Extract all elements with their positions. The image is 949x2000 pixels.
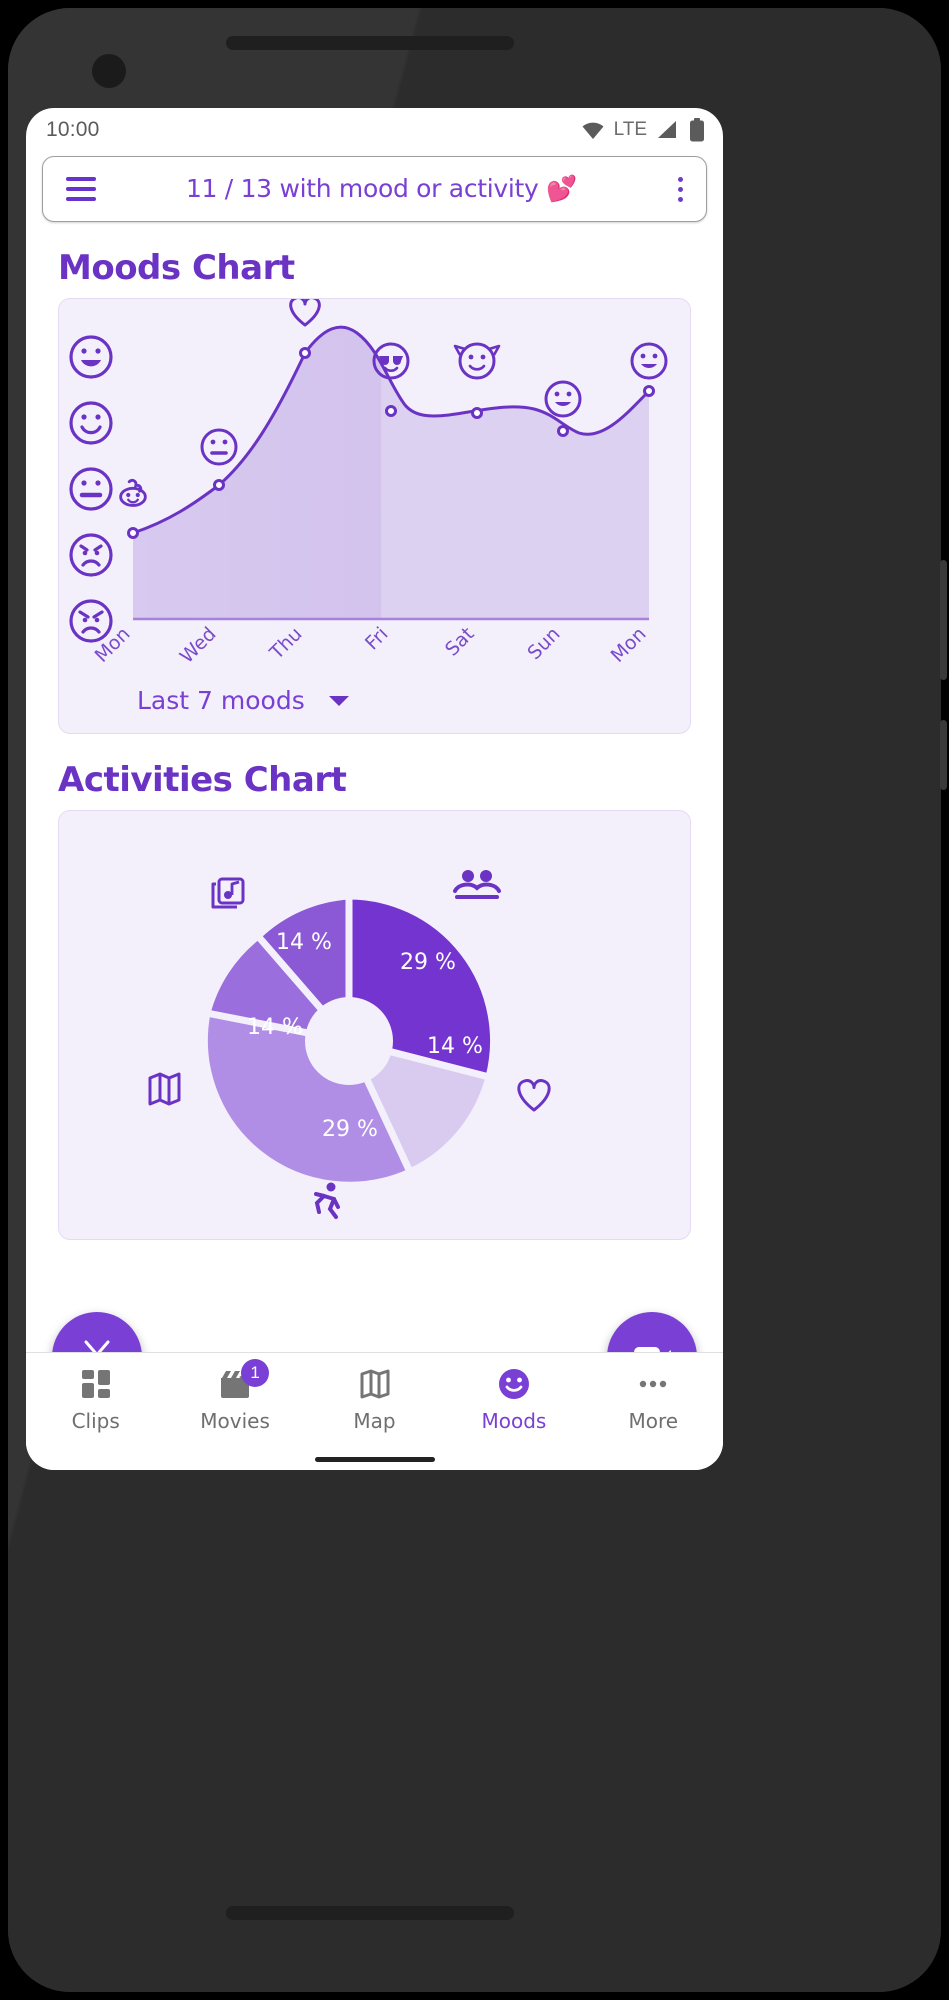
mood-range-label: Last 7 moods: [137, 686, 305, 715]
hamburger-menu-icon[interactable]: [53, 177, 109, 201]
smiley-face-icon: [498, 1369, 529, 1399]
pie-value-label: 14 %: [276, 930, 332, 955]
very-happy-face-icon: [69, 335, 113, 379]
nav-item-map[interactable]: Map: [305, 1367, 444, 1433]
x-tick-label: Fri: [361, 623, 393, 655]
nav-item-more[interactable]: More: [584, 1367, 723, 1433]
donut-hole: [305, 997, 393, 1085]
x-tick-label: Thu: [265, 623, 307, 665]
moods-chart-heading: Moods Chart: [58, 248, 295, 288]
movies-badge: 1: [241, 1359, 270, 1387]
smile-face-icon: [544, 380, 582, 418]
wifi-icon: [582, 122, 604, 139]
nav-label: More: [628, 1409, 679, 1433]
app-bar[interactable]: 11 / 13 with mood or activity 💕: [42, 156, 707, 222]
smile-face-icon: [630, 342, 668, 380]
data-point[interactable]: [643, 385, 655, 397]
power-button[interactable]: [940, 560, 947, 680]
pie-value-label: 14 %: [427, 1034, 483, 1059]
nav-label: Movies: [200, 1409, 270, 1433]
nav-label: Clips: [71, 1409, 120, 1433]
network-type-label: LTE: [613, 119, 647, 140]
data-point[interactable]: [299, 347, 311, 359]
mood-axis-icons: [69, 335, 113, 643]
status-icons: LTE: [581, 118, 705, 142]
status-time: 10:00: [46, 118, 100, 141]
data-point[interactable]: [127, 527, 139, 539]
activities-chart-heading: Activities Chart: [58, 760, 347, 800]
pie-value-label: 14 %: [247, 1015, 303, 1040]
happy-face-icon: [69, 401, 113, 445]
neutral-face-icon: [69, 467, 113, 511]
activities-chart-card: 29 % 14 % 29 % 14 % 14 %: [58, 810, 691, 1240]
pie-value-label: 29 %: [400, 950, 456, 975]
battery-icon: [690, 118, 704, 142]
chevron-down-icon[interactable]: [328, 695, 349, 706]
phone-screen: 10:00 LTE 11 / 13 with mood or activity …: [26, 108, 723, 1470]
map-icon: [360, 1369, 390, 1399]
sad-face-icon: [69, 533, 113, 577]
home-indicator: [314, 1457, 435, 1462]
three-dot-menu-icon[interactable]: [654, 176, 706, 202]
nav-item-moods[interactable]: Moods: [444, 1367, 583, 1433]
x-tick-label: Sun: [523, 623, 564, 664]
map-icon: [148, 1072, 181, 1106]
nav-label: Map: [353, 1409, 396, 1433]
devil-face-icon: [453, 342, 501, 380]
poop-icon: [119, 478, 147, 507]
moods-line-chart[interactable]: Mon Wed Thu Fri Sat Sun Mon: [59, 299, 692, 669]
data-point[interactable]: [557, 425, 569, 437]
app-bar-title: 11 / 13 with mood or activity 💕: [185, 174, 578, 203]
data-point[interactable]: [471, 407, 483, 419]
people-icon: [453, 870, 501, 899]
activities-pie-chart[interactable]: 29 % 14 % 29 % 14 % 14 %: [59, 811, 691, 1240]
neutral-face-icon: [200, 428, 238, 466]
status-bar: 10:00 LTE: [26, 108, 723, 152]
x-tick-label: Mon: [607, 623, 651, 667]
data-point[interactable]: [385, 405, 397, 417]
phone-mockup: 10:00 LTE 11 / 13 with mood or activity …: [0, 0, 949, 2000]
volume-button[interactable]: [940, 720, 947, 790]
front-camera: [92, 54, 126, 88]
pie-value-label: 29 %: [322, 1117, 378, 1142]
nav-label: Moods: [481, 1409, 547, 1433]
data-point[interactable]: [213, 479, 225, 491]
heart-icon: [289, 299, 321, 327]
grid-dashboard-icon: [81, 1370, 110, 1398]
moods-chart-card: Mon Wed Thu Fri Sat Sun Mon Last 7 moods: [58, 298, 691, 734]
music-note-icon: [211, 877, 245, 909]
heart-icon: [517, 1079, 551, 1112]
x-tick-label: Wed: [176, 623, 221, 668]
x-tick-label: Sat: [441, 623, 479, 661]
ellipsis-icon: [640, 1380, 667, 1388]
phone-bottom-speaker: [226, 1906, 514, 1920]
mood-range-dropdown[interactable]: Last 7 moods: [137, 686, 349, 715]
mood-x-axis-labels: Mon Wed Thu Fri Sat Sun Mon: [91, 623, 651, 668]
signal-icon: [658, 121, 676, 138]
very-sad-face-icon: [69, 599, 113, 643]
nav-item-clips[interactable]: Clips: [26, 1367, 165, 1433]
earpiece-speaker: [226, 36, 514, 50]
bottom-navigation: Clips 1 Movies Map Moods More: [26, 1352, 723, 1470]
nav-item-movies[interactable]: 1 Movies: [165, 1359, 304, 1433]
running-icon: [314, 1182, 340, 1219]
